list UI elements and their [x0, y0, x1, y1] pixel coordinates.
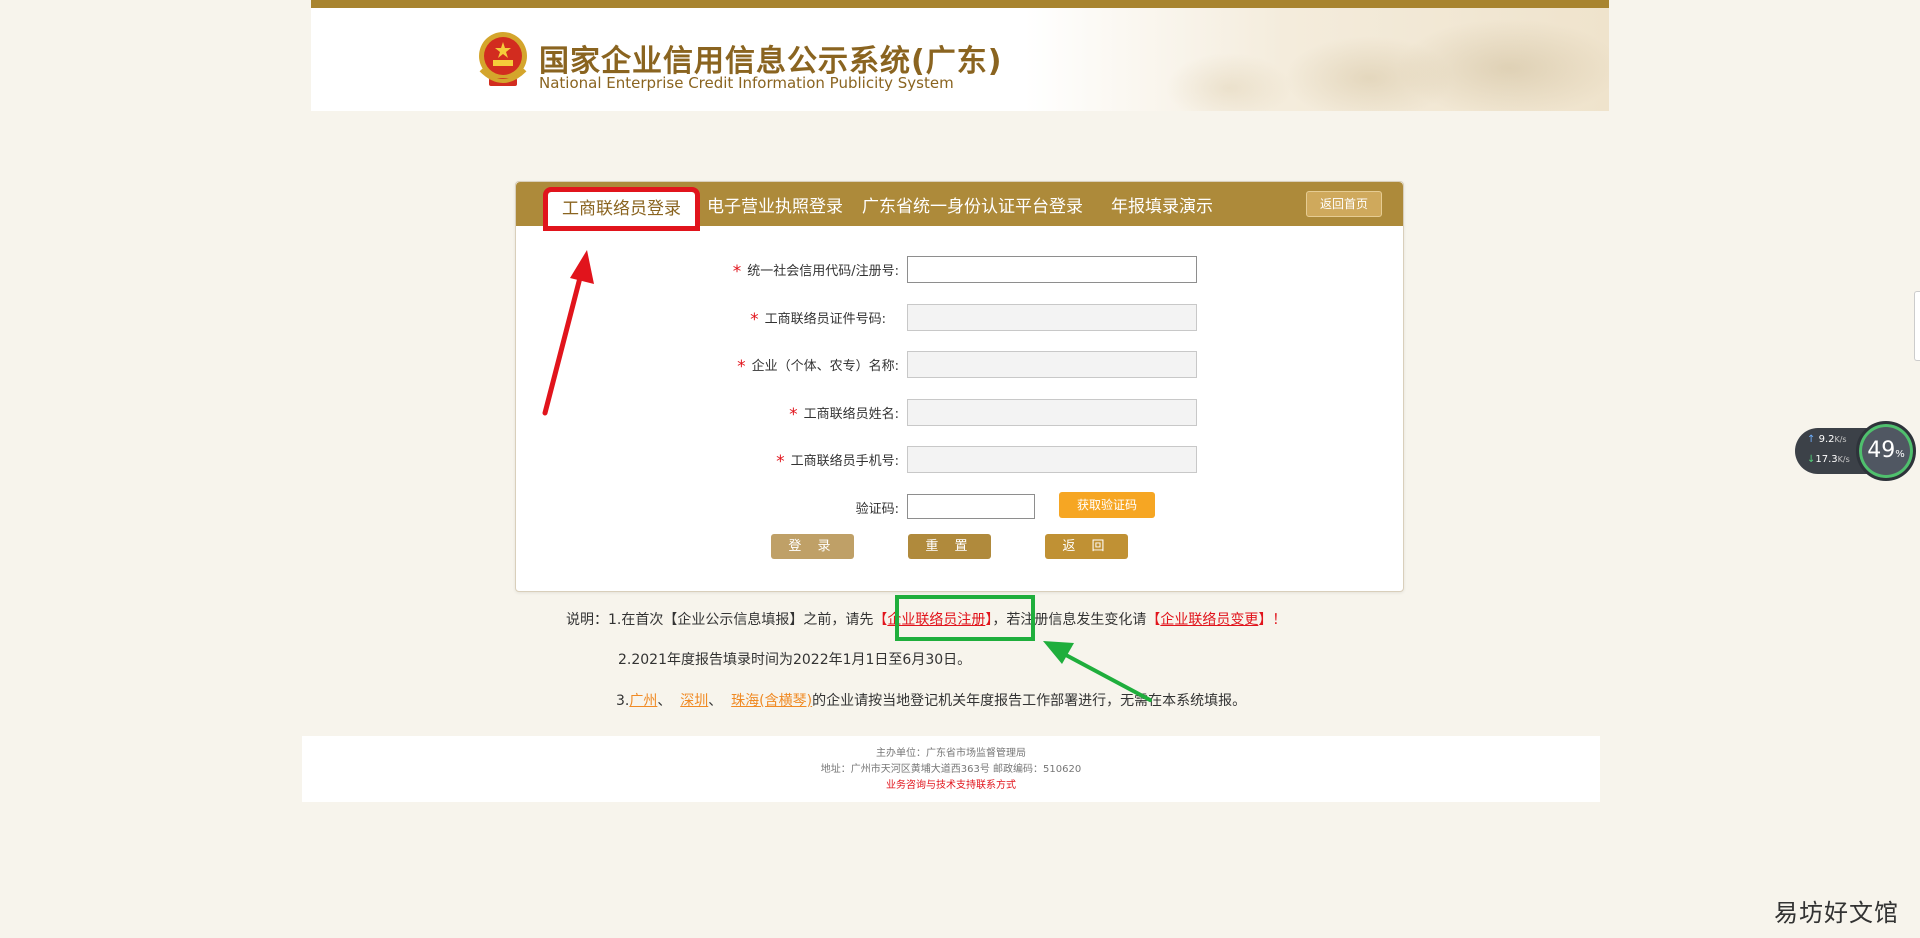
credit-code-label: * 统一社会信用代码/注册号: — [732, 262, 899, 282]
form-row-liaison-id: * 工商联络员证件号码: — [516, 304, 1403, 332]
enterprise-name-label: * 企业（个体、农专）名称: — [737, 357, 899, 377]
tab-annual-report-demo[interactable]: 年报填录演示 — [1111, 192, 1213, 222]
memory-usage-circle[interactable]: 49% — [1856, 421, 1916, 481]
banner-mountain-decoration — [1069, 8, 1609, 111]
form-row-enterprise-name: * 企业（个体、农专）名称: — [516, 351, 1403, 379]
footer-contact-link[interactable]: 业务咨询与技术支持联系方式 — [302, 778, 1600, 794]
note-line-3: 3.广州、 深圳、 珠海(含横琴)的企业请按当地登记机关年度报告工作部署进行，无… — [616, 693, 1247, 709]
city-link-zhuhai[interactable]: 珠海(含横琴) — [731, 693, 812, 709]
form-row-liaison-name: * 工商联络员姓名: — [516, 399, 1403, 427]
tab-e-license-login[interactable]: 电子营业执照登录 — [707, 192, 843, 222]
watermark-text: 易坊好文馆 — [1774, 899, 1899, 927]
footer-address: 地址：广州市天河区黄埔大道西363号 邮政编码：510620 — [820, 764, 1082, 775]
liaison-id-label: * 工商联络员证件号码: — [750, 310, 886, 330]
required-mark: * — [737, 357, 746, 377]
back-button[interactable]: 返 回 — [1045, 534, 1128, 559]
form-row-liaison-phone: * 工商联络员手机号: — [516, 446, 1403, 474]
required-mark: * — [750, 310, 759, 330]
liaison-change-link[interactable]: 企业联络员变更 — [1160, 612, 1258, 628]
captcha-label: 验证码: — [855, 502, 899, 517]
tab-unified-auth-login[interactable]: 广东省统一身份认证平台登录 — [862, 192, 1083, 222]
reset-button[interactable]: 重 置 — [908, 534, 991, 559]
side-panel-tab[interactable] — [1914, 291, 1920, 361]
note-line-2: 2.2021年度报告填录时间为2022年1月1日至6月30日。 — [618, 652, 972, 668]
upload-arrow-icon: ↑ — [1807, 434, 1816, 445]
download-speed: ↓17.3K/s — [1807, 454, 1850, 465]
header-banner: 国家企业信用信息公示系统(广东) National Enterprise Cre… — [311, 0, 1609, 111]
tab-liaison-login[interactable]: 工商联络员登录 — [543, 187, 700, 231]
liaison-name-input[interactable] — [907, 399, 1197, 426]
site-subtitle: National Enterprise Credit Information P… — [539, 74, 954, 92]
banner-top-stripe — [311, 0, 1609, 8]
city-link-shenzhen[interactable]: 深圳 — [680, 693, 708, 709]
annotation-green-box — [895, 595, 1035, 641]
required-mark: * — [789, 405, 798, 425]
credit-code-input[interactable] — [907, 256, 1197, 283]
get-captcha-button[interactable]: 获取验证码 — [1059, 492, 1155, 518]
liaison-phone-input[interactable] — [907, 446, 1197, 473]
enterprise-name-input[interactable] — [907, 351, 1197, 378]
login-panel: 工商联络员登录 电子营业执照登录 广东省统一身份认证平台登录 年报填录演示 返回… — [515, 181, 1404, 592]
page-footer: 主办单位：广东省市场监督管理局 地址：广州市天河区黄埔大道西363号 邮政编码：… — [302, 736, 1600, 802]
green-arrowhead-icon — [1043, 641, 1074, 664]
required-mark: * — [776, 452, 785, 472]
liaison-phone-label: * 工商联络员手机号: — [776, 452, 899, 472]
footer-sponsor: 主办单位：广东省市场监督管理局 — [876, 748, 1026, 759]
upload-speed: ↑ 9.2K/s — [1807, 434, 1847, 445]
national-emblem-icon — [479, 32, 527, 86]
required-mark: * — [732, 262, 742, 282]
liaison-id-input[interactable] — [907, 304, 1197, 331]
return-home-button[interactable]: 返回首页 — [1306, 191, 1382, 217]
city-link-guangzhou[interactable]: 广州 — [629, 693, 657, 709]
form-row-credit-code: * 统一社会信用代码/注册号: — [516, 256, 1403, 284]
login-tab-bar: 工商联络员登录 电子营业执照登录 广东省统一身份认证平台登录 年报填录演示 返回… — [516, 182, 1403, 231]
captcha-input[interactable] — [907, 494, 1035, 519]
login-button[interactable]: 登 录 — [771, 534, 854, 559]
liaison-name-label: * 工商联络员姓名: — [789, 405, 899, 425]
form-row-captcha: 验证码: 获取验证码 — [516, 492, 1403, 522]
